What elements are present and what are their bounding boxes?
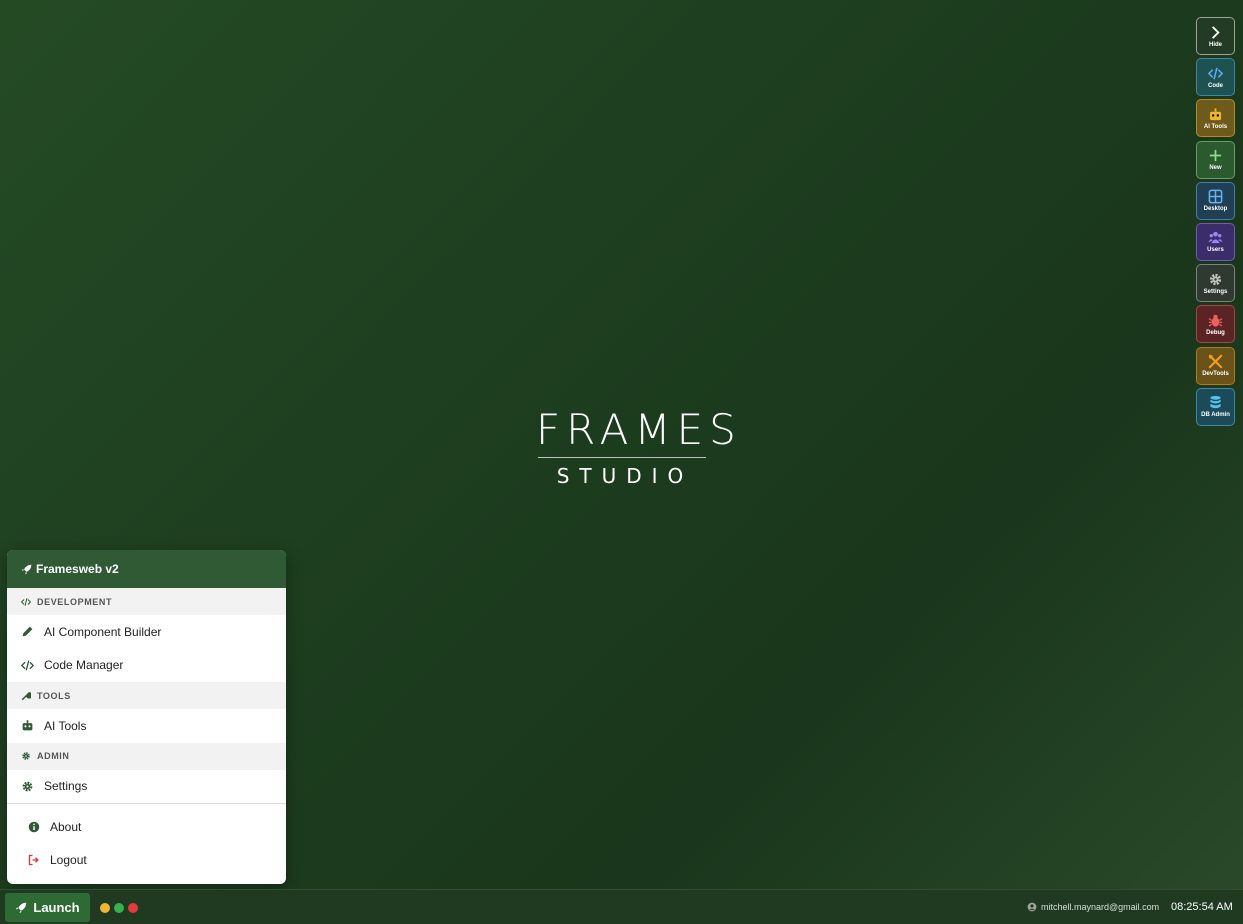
dock-label: Settings <box>1203 288 1228 295</box>
grid-icon <box>1208 189 1223 204</box>
code-icon <box>21 660 34 671</box>
info-icon <box>28 821 40 832</box>
dock-label: DB Admin <box>1201 412 1230 419</box>
dock-label: New <box>1209 165 1222 172</box>
menu-item-label: Logout <box>50 853 87 868</box>
frames-studio-logo: FRAMES STUDIO <box>530 405 742 488</box>
menu-item-ai-component-builder[interactable]: AI Component Builder <box>7 615 286 649</box>
right-dock: Hide Code AI Tools New Desktop Users Set… <box>1196 17 1235 429</box>
dock-db-admin-button[interactable]: DB Admin <box>1196 387 1235 426</box>
menu-item-label: Code Manager <box>44 658 124 673</box>
dock-label: Users <box>1207 247 1224 254</box>
menu-item-settings[interactable]: Settings <box>7 770 286 804</box>
section-label: TOOLS <box>37 690 71 701</box>
section-label: DEVELOPMENT <box>37 596 113 607</box>
menu-item-label: Settings <box>44 779 88 794</box>
users-icon <box>1208 232 1223 244</box>
dock-label: AI Tools <box>1203 123 1228 130</box>
menu-item-code-manager[interactable]: Code Manager <box>7 649 286 683</box>
dock-new-button[interactable]: New <box>1196 140 1235 179</box>
dock-desktop-button[interactable]: Desktop <box>1196 181 1235 220</box>
dock-ai-tools-button[interactable]: AI Tools <box>1196 99 1235 138</box>
dock-label: Debug <box>1206 329 1225 336</box>
dock-hide-button[interactable]: Hide <box>1196 17 1235 55</box>
database-icon <box>1210 396 1221 409</box>
menu-item-logout[interactable]: Logout <box>7 844 286 878</box>
user-circle-icon <box>1027 902 1037 912</box>
dock-debug-button[interactable]: Debug <box>1196 305 1235 344</box>
chevron-right-icon <box>1212 25 1220 39</box>
launch-button[interactable]: Launch <box>5 893 90 922</box>
taskbar: Launch mitchell.maynard@gmail.com 08:25:… <box>0 889 1243 924</box>
code-icon <box>21 597 31 606</box>
dock-settings-button[interactable]: Settings <box>1196 264 1235 303</box>
logout-icon <box>28 855 39 866</box>
gear-icon <box>22 752 30 760</box>
menu-title: Framesweb v2 <box>36 562 119 576</box>
user-info: mitchell.maynard@gmail.com <box>1027 902 1159 912</box>
section-tools: TOOLS <box>7 682 286 709</box>
tools-icon <box>1208 354 1223 369</box>
logo-main-text: FRAMES <box>536 405 742 454</box>
status-dot-green[interactable] <box>114 903 124 913</box>
section-admin: ADMIN <box>7 742 286 770</box>
logo-sub-text: STUDIO <box>556 464 694 488</box>
status-dot-red[interactable] <box>128 903 138 913</box>
status-dot-yellow[interactable] <box>100 903 110 913</box>
dock-label: DevTools <box>1202 371 1229 377</box>
menu-header: Framesweb v2 <box>7 550 286 588</box>
wrench-icon <box>21 691 31 700</box>
menu-item-label: About <box>50 819 82 834</box>
dock-label: Hide <box>1208 41 1222 48</box>
pencil-icon <box>22 626 33 637</box>
user-email: mitchell.maynard@gmail.com <box>1041 902 1160 912</box>
logo-divider <box>538 457 706 458</box>
section-development: DEVELOPMENT <box>7 588 286 615</box>
code-icon <box>1208 67 1223 79</box>
gear-icon <box>1209 273 1222 285</box>
menu-item-label: AI Component Builder <box>44 624 162 639</box>
dock-label: Desktop <box>1203 206 1228 213</box>
start-menu: Framesweb v2 DEVELOPMENT AI Component Bu… <box>7 550 286 884</box>
gear-icon <box>22 781 33 792</box>
menu-item-about[interactable]: About <box>7 810 286 844</box>
robot-icon <box>22 720 33 731</box>
clock: 08:25:54 AM <box>1171 901 1233 913</box>
section-label: ADMIN <box>37 751 70 761</box>
launch-label: Launch <box>33 900 80 915</box>
menu-item-label: AI Tools <box>44 718 87 733</box>
dock-users-button[interactable]: Users <box>1196 222 1235 261</box>
rocket-icon <box>16 902 27 913</box>
plus-icon <box>1209 149 1222 162</box>
robot-icon <box>1209 108 1222 120</box>
dock-label: Code <box>1208 82 1223 89</box>
dock-code-button[interactable]: Code <box>1196 58 1235 97</box>
bug-icon <box>1208 314 1223 327</box>
menu-item-ai-tools[interactable]: AI Tools <box>7 709 286 743</box>
rocket-icon <box>21 564 32 574</box>
dock-devtools-button[interactable]: DevTools <box>1196 346 1235 385</box>
